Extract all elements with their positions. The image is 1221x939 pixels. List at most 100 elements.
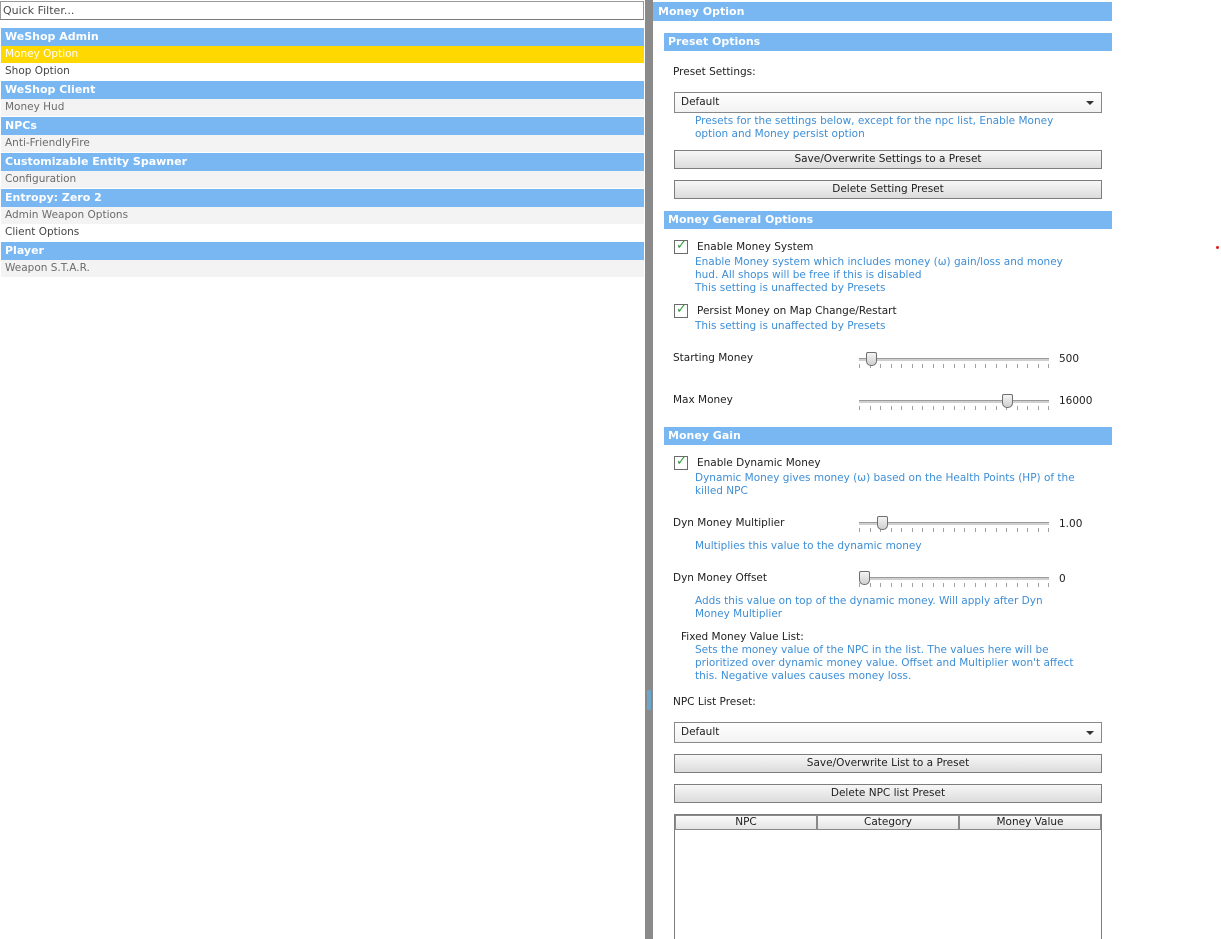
slider-knob-icon[interactable] xyxy=(866,352,877,366)
persist-money-checkbox[interactable]: ✓ xyxy=(674,302,688,318)
section-header-preset-options[interactable]: Preset Options xyxy=(664,33,1112,51)
slider-tick xyxy=(922,583,923,587)
check-mark-icon: ✓ xyxy=(676,238,687,253)
category-item-weapon-star[interactable]: Weapon S.T.A.R. xyxy=(1,260,644,277)
column-header-npc[interactable]: NPC xyxy=(675,815,817,830)
section-header-money-gain[interactable]: Money Gain xyxy=(664,427,1112,445)
fixed-money-help: Sets the money value of the NPC in the l… xyxy=(695,644,1074,682)
dyn-offset-help: Adds this value on top of the dynamic mo… xyxy=(695,595,1043,620)
delete-preset-button[interactable]: Delete Setting Preset xyxy=(674,180,1102,199)
dyn-offset-label: Dyn Money Offset xyxy=(673,572,767,584)
slider-tick xyxy=(964,528,965,532)
category-item-admin-weapon-options[interactable]: Admin Weapon Options xyxy=(1,207,644,224)
save-preset-button[interactable]: Save/Overwrite Settings to a Preset xyxy=(674,150,1102,169)
slider-knob-icon[interactable] xyxy=(859,571,870,585)
npc-list-preset-value: Default xyxy=(681,726,720,738)
slider-tick xyxy=(912,364,913,368)
quick-filter-input[interactable] xyxy=(0,1,644,20)
dyn-offset-slider[interactable] xyxy=(859,571,1049,589)
slider-tick xyxy=(933,583,934,587)
slider-tick xyxy=(901,583,902,587)
slider-tick xyxy=(901,364,902,368)
slider-tick xyxy=(1006,528,1007,532)
slider-tick xyxy=(922,364,923,368)
panel-title: Money Option xyxy=(653,2,1112,21)
slider-tick xyxy=(891,583,892,587)
npc-list-preset-combo[interactable]: Default xyxy=(674,722,1102,743)
column-header-money-value[interactable]: Money Value xyxy=(959,815,1101,830)
enable-dynamic-money-checkbox[interactable]: ✓ xyxy=(674,454,688,470)
dyn-multiplier-help: Multiplies this value to the dynamic mon… xyxy=(695,540,922,552)
persist-money-help: This setting is unaffected by Presets xyxy=(695,320,886,332)
slider-tick xyxy=(1027,406,1028,410)
dynamic-money-help: Dynamic Money gives money (ω) based on t… xyxy=(695,472,1075,497)
save-npc-list-button[interactable]: Save/Overwrite List to a Preset xyxy=(674,754,1102,773)
slider-tick xyxy=(996,406,997,410)
slider-tick xyxy=(859,528,860,532)
slider-track[interactable] xyxy=(859,577,1049,580)
dyn-multiplier-slider[interactable] xyxy=(859,516,1049,534)
slider-tick xyxy=(1006,364,1007,368)
category-item-configuration[interactable]: Configuration xyxy=(1,171,644,188)
check-mark-icon: ✓ xyxy=(676,454,687,469)
slider-tick xyxy=(943,364,944,368)
slider-tick xyxy=(901,528,902,532)
dyn-offset-value: 0 xyxy=(1059,573,1066,585)
section-header-money-general[interactable]: Money General Options xyxy=(664,211,1112,229)
category-header-player[interactable]: Player xyxy=(1,242,644,260)
slider-tick xyxy=(1048,583,1049,587)
category-header-entity-spawner[interactable]: Customizable Entity Spawner xyxy=(1,153,644,171)
category-item-shop-option[interactable]: Shop Option xyxy=(1,63,644,80)
category-item-client-options[interactable]: Client Options xyxy=(1,224,644,241)
slider-tick xyxy=(922,528,923,532)
npc-list-preset-label: NPC List Preset: xyxy=(673,696,756,708)
starting-money-value: 500 xyxy=(1059,353,1080,365)
enable-money-label: Enable Money System xyxy=(697,241,814,253)
slider-tick xyxy=(859,406,860,410)
column-header-category[interactable]: Category xyxy=(817,815,959,830)
slider-tick xyxy=(1027,364,1028,368)
slider-tick xyxy=(964,583,965,587)
enable-money-help: Enable Money system which includes money… xyxy=(695,256,1063,281)
starting-money-slider[interactable] xyxy=(859,352,1049,370)
slider-tick xyxy=(975,406,976,410)
category-item-anti-friendlyfire[interactable]: Anti-FriendlyFire xyxy=(1,135,644,152)
slider-tick xyxy=(943,583,944,587)
slider-tick xyxy=(1038,364,1039,368)
npc-money-table[interactable]: NPC Category Money Value xyxy=(674,814,1102,939)
slider-tick xyxy=(985,583,986,587)
slider-tick xyxy=(912,583,913,587)
slider-tick xyxy=(964,406,965,410)
slider-tick xyxy=(870,583,871,587)
max-money-slider[interactable] xyxy=(859,394,1049,412)
slider-tick xyxy=(985,364,986,368)
cursor-marker xyxy=(1216,246,1219,249)
panel-splitter[interactable] xyxy=(645,0,653,939)
slider-tick xyxy=(964,364,965,368)
category-header-npcs[interactable]: NPCs xyxy=(1,117,644,135)
max-money-label: Max Money xyxy=(673,394,733,406)
slider-tick xyxy=(985,406,986,410)
slider-tick xyxy=(1048,364,1049,368)
category-header-weshop-client[interactable]: WeShop Client xyxy=(1,81,644,99)
enable-money-checkbox[interactable]: ✓ xyxy=(674,238,688,254)
chevron-down-icon xyxy=(1086,101,1094,105)
slider-tick xyxy=(891,406,892,410)
slider-knob-icon[interactable] xyxy=(877,516,888,530)
category-item-money-hud[interactable]: Money Hud xyxy=(1,99,644,116)
slider-knob-icon[interactable] xyxy=(1002,394,1013,408)
slider-tick xyxy=(1027,583,1028,587)
slider-track[interactable] xyxy=(859,400,1049,403)
category-item-money-option[interactable]: Money Option xyxy=(1,46,644,63)
category-header-weshop-admin[interactable]: WeShop Admin xyxy=(1,28,644,46)
slider-tick xyxy=(922,406,923,410)
delete-npc-list-button[interactable]: Delete NPC list Preset xyxy=(674,784,1102,803)
settings-panel: Money Option Preset Options Preset Setti… xyxy=(653,0,1221,939)
preset-settings-combo[interactable]: Default xyxy=(674,92,1102,113)
chevron-down-icon xyxy=(1086,731,1094,735)
slider-track[interactable] xyxy=(859,358,1049,361)
preset-help-text: Presets for the settings below, except f… xyxy=(695,115,1054,140)
fixed-money-label: Fixed Money Value List: xyxy=(681,631,804,643)
slider-tick xyxy=(933,406,934,410)
category-header-entropy-zero-2[interactable]: Entropy: Zero 2 xyxy=(1,189,644,207)
